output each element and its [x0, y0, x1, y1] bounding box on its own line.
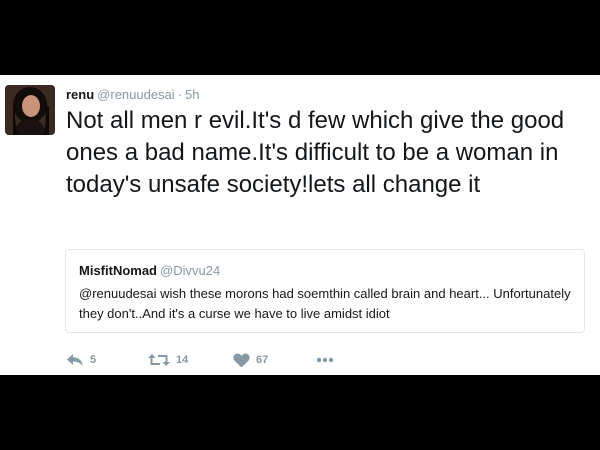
- reply-count: 5: [90, 354, 97, 366]
- separator-dot: ·: [177, 87, 183, 102]
- quoted-author-name: MisfitNomad: [79, 263, 157, 278]
- heart-icon: [233, 353, 250, 368]
- tweet-card: renu @renuudesai · 5h Not all men r evil.It…: [0, 75, 600, 375]
- quoted-tweet[interactable]: MisfitNomad @Divvu24 @renuudesai wish the…: [65, 249, 585, 333]
- quoted-tweet-header: MisfitNomad @Divvu24: [79, 263, 220, 279]
- quoted-tweet-text: @renuudesai wish these morons had soemth…: [79, 286, 571, 321]
- retweet-button[interactable]: 14: [148, 350, 188, 370]
- like-count: 67: [256, 354, 269, 366]
- author-handle[interactable]: @renuudesai: [97, 87, 175, 102]
- avatar-image: [5, 85, 55, 135]
- more-button[interactable]: [316, 350, 334, 370]
- reply-button[interactable]: 5: [66, 350, 96, 370]
- avatar[interactable]: [5, 85, 55, 135]
- retweet-count: 14: [176, 354, 189, 366]
- more-icon: [316, 357, 334, 363]
- retweet-icon: [148, 353, 170, 367]
- like-button[interactable]: 67: [233, 350, 268, 370]
- tweet-header: renu @renuudesai · 5h: [66, 87, 200, 103]
- tweet-timestamp[interactable]: 5h: [185, 87, 199, 102]
- quoted-author-handle: @Divvu24: [160, 263, 221, 278]
- tweet-actions: 5 14 67: [66, 350, 366, 370]
- tweet-text: Not all men r evil.It's d few which give…: [66, 107, 565, 198]
- author-name[interactable]: renu: [66, 87, 94, 102]
- reply-icon: [66, 353, 84, 367]
